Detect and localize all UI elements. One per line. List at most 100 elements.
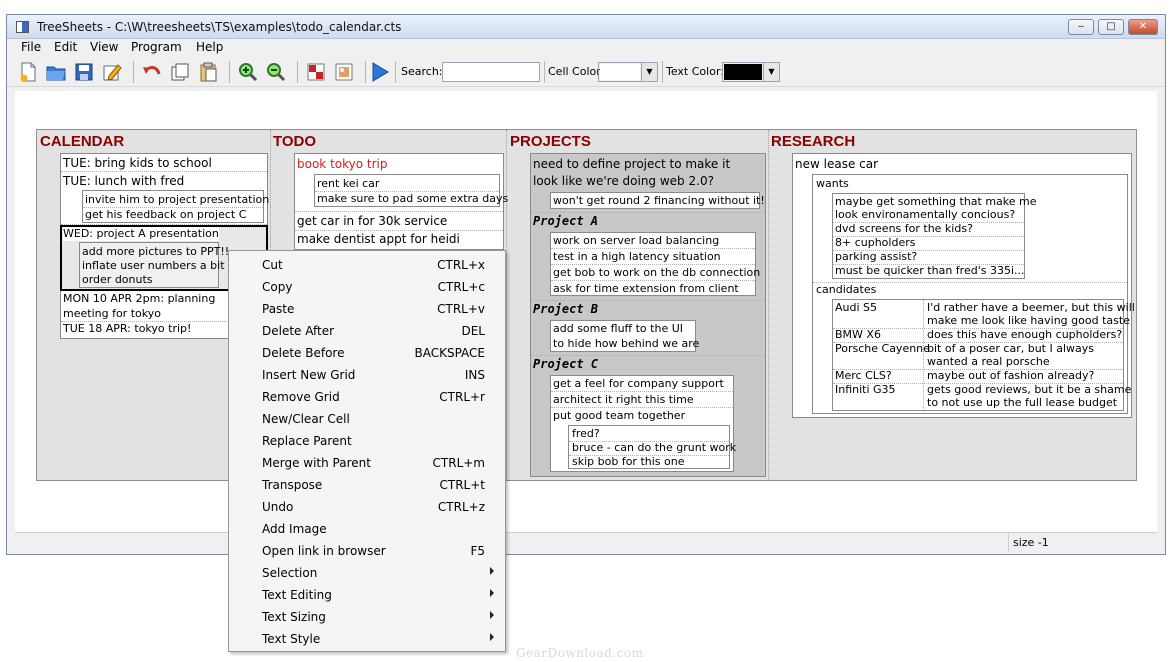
calendar-item[interactable]: meeting for tokyo — [63, 307, 161, 321]
list-item[interactable]: bruce - can do the grunt work — [572, 441, 736, 455]
project-title[interactable]: Project C — [533, 357, 598, 371]
heading-research[interactable]: RESEARCH — [771, 133, 855, 150]
calendar-item[interactable]: TUE: lunch with fred — [63, 174, 184, 188]
todo-item[interactable]: make dentist appt for heidi — [297, 232, 460, 246]
run-icon[interactable] — [369, 61, 391, 83]
list-item[interactable]: dvd screens for the kids? — [835, 222, 973, 236]
calendar-item[interactable]: WED: project A presentation — [63, 227, 219, 241]
save-icon[interactable] — [73, 61, 95, 83]
list-item[interactable]: skip bob for this one — [572, 455, 685, 469]
list-item[interactable]: fred? — [572, 427, 600, 441]
list-item[interactable]: invite him to project presentation — [85, 193, 269, 207]
list-item[interactable]: architect it right this time — [553, 393, 694, 407]
undo-icon[interactable] — [141, 61, 163, 83]
candidates-label[interactable]: candidates — [816, 283, 876, 297]
minimize-button[interactable]: ‒ — [1068, 19, 1094, 35]
list-item[interactable]: to hide how behind we are — [553, 337, 699, 351]
list-item[interactable]: order donuts — [82, 273, 153, 287]
new-file-icon[interactable] — [17, 61, 39, 83]
heading-todo[interactable]: TODO — [273, 133, 316, 150]
list-item[interactable]: make sure to pad some extra days — [317, 192, 508, 206]
table-cell-notes[interactable]: maybe out of fashion already? — [927, 369, 1094, 383]
list-item[interactable]: work on server load balancing — [553, 234, 719, 248]
table-cell-notes[interactable]: wanted a real porsche — [927, 355, 1050, 369]
calendar-item[interactable]: TUE: bring kids to school — [63, 156, 212, 170]
table-cell-notes[interactable]: to not use up the full lease budget — [927, 396, 1117, 410]
list-item[interactable]: parking assist? — [835, 250, 917, 264]
menu-item-replace-parent[interactable]: Replace Parent — [229, 430, 505, 452]
list-item[interactable]: inflate user numbers a bit — [82, 259, 225, 273]
menu-item-delete-before[interactable]: Delete Before BACKSPACE — [229, 342, 505, 364]
list-item[interactable]: test in a high latency situation — [553, 250, 721, 264]
search-input[interactable] — [442, 62, 540, 82]
project-title[interactable]: Project A — [533, 214, 598, 228]
project-title[interactable]: Project B — [533, 302, 598, 316]
list-item[interactable]: rent kei car — [317, 177, 379, 191]
menu-item-delete-after[interactable]: Delete After DEL — [229, 320, 505, 342]
list-item[interactable]: add some fluff to the UI — [553, 322, 683, 336]
zoom-out-icon[interactable] — [265, 61, 287, 83]
menu-item-new-clear-cell[interactable]: New/Clear Cell — [229, 408, 505, 430]
menu-program[interactable]: Program — [131, 40, 182, 54]
list-item[interactable]: look environamentally concious? — [835, 208, 1015, 222]
list-item[interactable]: add more pictures to PPT!! — [82, 245, 229, 259]
menu-file[interactable]: File — [21, 40, 41, 54]
calendar-item[interactable]: TUE 18 APR: tokyo trip! — [63, 322, 191, 336]
menu-edit[interactable]: Edit — [54, 40, 77, 54]
delete-cell-icon[interactable] — [305, 61, 327, 83]
list-item[interactable]: won't get round 2 financing without it! — [553, 194, 765, 208]
menu-item-text-style[interactable]: Text Style — [229, 628, 505, 650]
maximize-button[interactable]: □ — [1098, 19, 1124, 35]
list-item[interactable]: get bob to work on the db connection — [553, 266, 760, 280]
menu-item-transpose[interactable]: Transpose CTRL+t — [229, 474, 505, 496]
list-item[interactable]: ask for time extension from client — [553, 282, 739, 296]
menu-item-add-image[interactable]: Add Image — [229, 518, 505, 540]
menu-item-text-sizing[interactable]: Text Sizing — [229, 606, 505, 628]
edit-icon[interactable] — [101, 61, 123, 83]
wants-label[interactable]: wants — [816, 177, 849, 191]
table-cell-car[interactable]: Audi S5 — [835, 301, 877, 315]
todo-item[interactable]: book tokyo trip — [297, 157, 387, 171]
menu-view[interactable]: View — [90, 40, 118, 54]
image-icon[interactable] — [333, 61, 355, 83]
menu-item-open-link[interactable]: Open link in browser F5 — [229, 540, 505, 562]
table-cell-notes[interactable]: I'd rather have a beemer, but this will — [927, 301, 1135, 315]
chevron-down-icon[interactable]: ▼ — [763, 63, 779, 81]
project-text[interactable]: look like we're doing web 2.0? — [533, 174, 714, 188]
menu-item-paste[interactable]: Paste CTRL+v — [229, 298, 505, 320]
table-cell-car[interactable]: Porsche Cayenne — [835, 342, 930, 356]
menu-item-undo[interactable]: Undo CTRL+z — [229, 496, 505, 518]
heading-projects[interactable]: PROJECTS — [510, 133, 591, 150]
list-item[interactable]: 8+ cupholders — [835, 236, 915, 250]
heading-calendar[interactable]: CALENDAR — [40, 133, 124, 150]
chevron-down-icon[interactable]: ▼ — [641, 63, 657, 81]
table-cell-car[interactable]: Merc CLS? — [835, 369, 892, 383]
list-item[interactable]: get his feedback on project C — [85, 208, 246, 222]
menu-item-cut[interactable]: Cut CTRL+x — [229, 254, 505, 276]
menu-help[interactable]: Help — [196, 40, 223, 54]
menu-item-insert-new-grid[interactable]: Insert New Grid INS — [229, 364, 505, 386]
title-bar[interactable]: TreeSheets - C:\W\treesheets\TS\examples… — [7, 15, 1165, 39]
table-cell-car[interactable]: BMW X6 — [835, 328, 881, 342]
menu-item-selection[interactable]: Selection — [229, 562, 505, 584]
cell-color-dropdown[interactable]: ▼ — [598, 62, 658, 82]
list-item[interactable]: put good team together — [553, 409, 685, 423]
paste-icon[interactable] — [197, 61, 219, 83]
project-text[interactable]: need to define project to make it — [533, 157, 730, 171]
zoom-in-icon[interactable] — [237, 61, 259, 83]
list-item[interactable]: must be quicker than fred's 335i... — [835, 264, 1025, 278]
menu-item-text-editing[interactable]: Text Editing — [229, 584, 505, 606]
close-button[interactable]: ✕ — [1128, 19, 1158, 35]
list-item[interactable]: get a feel for company support — [553, 377, 724, 391]
table-cell-notes[interactable]: does this have enough cupholders? — [927, 328, 1122, 342]
menu-item-merge-with-parent[interactable]: Merge with Parent CTRL+m — [229, 452, 505, 474]
list-item[interactable]: maybe get something that make me — [835, 195, 1037, 209]
text-color-dropdown[interactable]: ▼ — [722, 62, 780, 82]
research-title[interactable]: new lease car — [795, 157, 878, 171]
menu-item-remove-grid[interactable]: Remove Grid CTRL+r — [229, 386, 505, 408]
table-cell-notes[interactable]: bit of a poser car, but I always — [927, 342, 1094, 356]
table-cell-notes[interactable]: make me look like having good taste — [927, 314, 1130, 328]
table-cell-car[interactable]: Infiniti G35 — [835, 383, 896, 397]
table-cell-notes[interactable]: gets good reviews, but it be a shame — [927, 383, 1131, 397]
calendar-item[interactable]: MON 10 APR 2pm: planning — [63, 292, 215, 306]
